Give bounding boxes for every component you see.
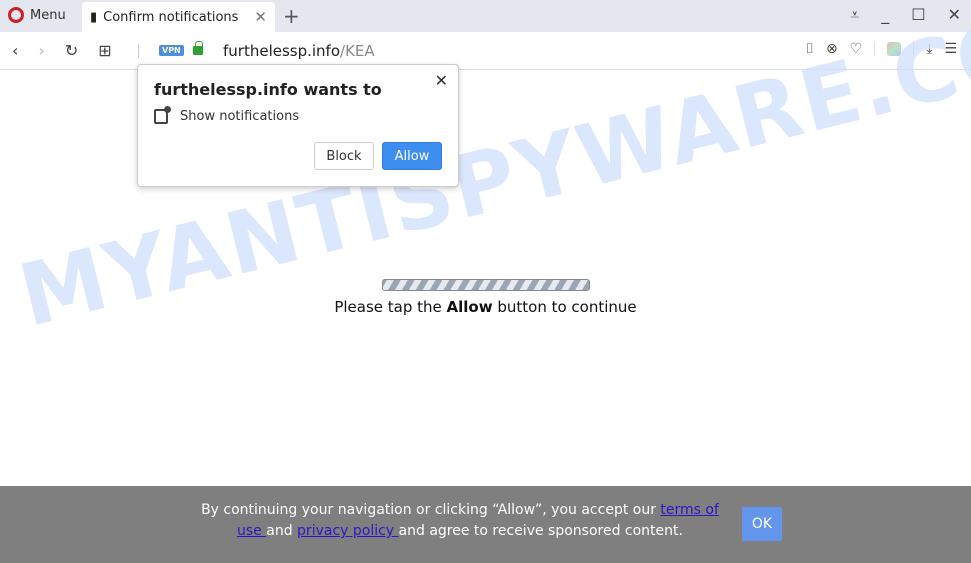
camera-icon[interactable]: ⌷ — [806, 41, 814, 57]
privacy-link[interactable]: privacy policy — [297, 523, 399, 539]
adblock-icon[interactable]: ⊗ — [826, 41, 838, 57]
tab-bar: Menu ▮ Confirm notifications ✕ + ⩡ _ ☐ ✕ — [0, 0, 971, 32]
cookie-text: By continuing your navigation or clickin… — [190, 500, 730, 542]
tab-close-icon[interactable]: ✕ — [254, 8, 267, 26]
notification-icon — [154, 106, 171, 124]
divider — [913, 42, 915, 56]
cookie-text-part: By continuing your navigation or clickin… — [201, 502, 661, 518]
ok-button[interactable]: OK — [742, 507, 782, 541]
opera-menu-button[interactable]: Menu — [8, 7, 66, 23]
instruction-text: Please tap the Allow button to continue — [0, 298, 971, 316]
url-field[interactable]: furthelessp.info/KEA — [223, 42, 375, 60]
opera-logo-icon — [8, 7, 24, 23]
new-tab-button[interactable]: + — [283, 4, 300, 28]
allow-button[interactable]: Allow — [382, 142, 442, 170]
speed-dial-icon[interactable]: ⊞ — [98, 41, 111, 60]
tab-title: Confirm notifications — [103, 9, 239, 25]
heart-icon[interactable]: ♡ — [850, 41, 863, 57]
lock-icon[interactable] — [193, 41, 203, 55]
download-icon[interactable]: ⤓ — [926, 41, 932, 57]
notification-permission-popup: furthelessp.info wants to ✕ Show notific… — [137, 64, 459, 187]
msg-bold: Allow — [446, 298, 493, 316]
msg-part: button to continue — [492, 298, 637, 316]
divider — [874, 42, 876, 56]
back-icon[interactable]: ‹ — [12, 41, 18, 60]
menu-label: Menu — [30, 7, 66, 23]
divider — [138, 44, 139, 58]
block-button[interactable]: Block — [314, 142, 374, 170]
msg-part: Please tap the — [334, 298, 447, 316]
cookie-banner: By continuing your navigation or clickin… — [0, 486, 971, 563]
popup-close-icon[interactable]: ✕ — [435, 71, 448, 90]
progress-bar — [382, 279, 590, 291]
permission-label: Show notifications — [180, 109, 300, 124]
cookie-text-part: and — [266, 523, 298, 539]
url-host: furthelessp.info — [223, 42, 341, 60]
page-icon: ▮ — [90, 9, 98, 25]
url-path: /KEA — [340, 42, 375, 60]
cookie-text-part: and agree to receive sponsored content. — [398, 523, 683, 539]
tab-confirm-notifications[interactable]: ▮ Confirm notifications ✕ — [82, 2, 275, 32]
popup-title: furthelessp.info wants to — [154, 80, 382, 99]
extension-cube-icon[interactable] — [887, 42, 902, 56]
minimize-icon[interactable]: _ — [881, 5, 889, 25]
tab-menu-icon[interactable]: ⩡ — [850, 5, 859, 25]
reload-icon[interactable]: ↻ — [65, 41, 78, 60]
settings-sliders-icon[interactable]: ☰ — [944, 41, 957, 57]
vpn-badge[interactable]: VPN — [159, 45, 184, 56]
maximize-icon[interactable]: ☐ — [911, 5, 925, 25]
close-window-icon[interactable]: ✕ — [948, 5, 961, 25]
forward-icon[interactable]: › — [38, 41, 44, 60]
